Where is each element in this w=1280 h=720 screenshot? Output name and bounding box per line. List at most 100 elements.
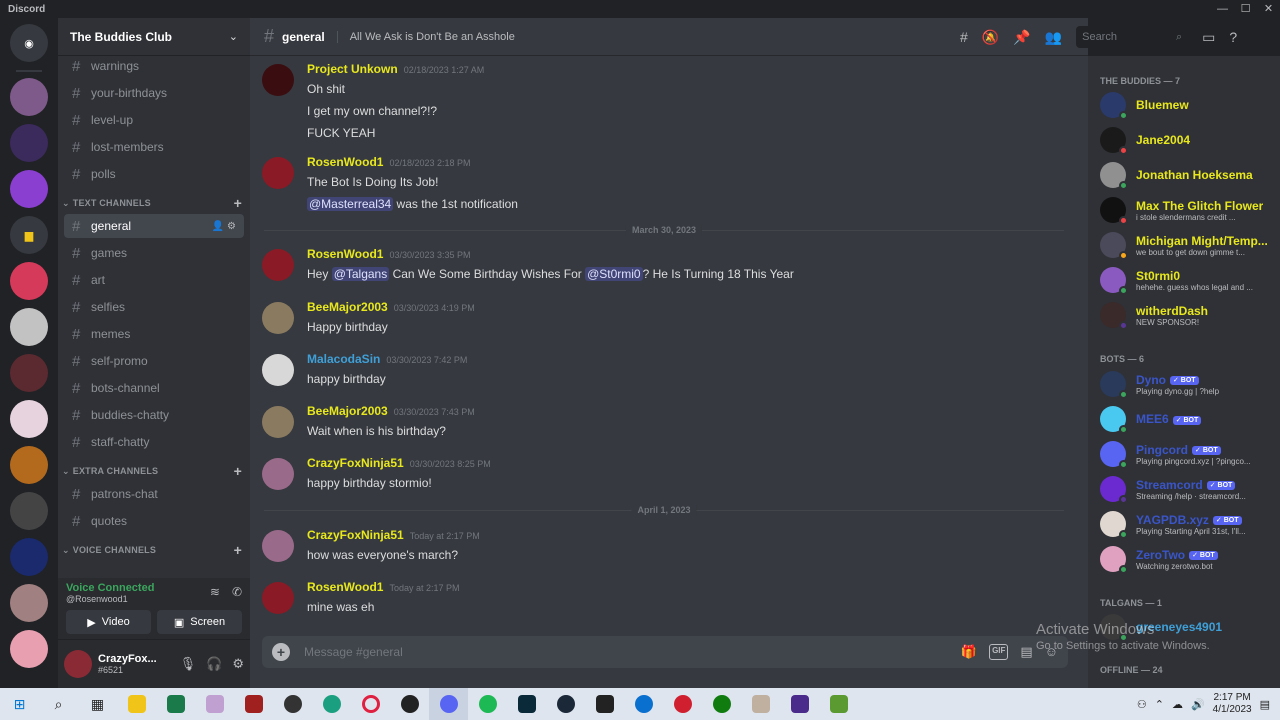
category-voice-channels[interactable]: ⌄ VOICE CHANNELS +: [58, 539, 250, 561]
member-item[interactable]: MEE6 ✓ BOT: [1100, 403, 1272, 435]
message-author[interactable]: RosenWood1: [307, 247, 383, 261]
channel-art[interactable]: # art: [64, 268, 244, 292]
gear-icon[interactable]: ⚙: [232, 656, 244, 672]
server-icon[interactable]: [10, 538, 48, 576]
create-channel-icon[interactable]: +: [234, 463, 242, 479]
message-author[interactable]: BeeMajor2003: [307, 300, 388, 314]
member-item[interactable]: Max The Glitch Flower i stole slendermans…: [1100, 194, 1272, 226]
gear-icon[interactable]: ⚙: [227, 221, 236, 232]
channel-general[interactable]: # general 👤 ⚙: [64, 214, 244, 238]
notification-icon[interactable]: ▤: [1260, 698, 1270, 711]
channel-games[interactable]: # games: [64, 241, 244, 265]
file-explorer-icon[interactable]: [117, 688, 156, 720]
gift-icon[interactable]: 🎁: [961, 644, 977, 660]
server-icon[interactable]: [10, 630, 48, 668]
app-icon[interactable]: [507, 688, 546, 720]
channel-quotes[interactable]: # quotes: [64, 509, 244, 533]
epic-games-icon[interactable]: [585, 688, 624, 720]
server-header[interactable]: The Buddies Club ⌄: [58, 18, 250, 56]
member-item[interactable]: Dyno ✓ BOT Playing dyno.gg | ?help: [1100, 368, 1272, 400]
channel-polls[interactable]: # polls: [64, 162, 244, 186]
server-icon[interactable]: [10, 584, 48, 622]
message-author[interactable]: Project Unkown: [307, 62, 398, 76]
volume-icon[interactable]: 🔊: [1191, 698, 1205, 711]
app-icon[interactable]: [234, 688, 273, 720]
task-view-icon[interactable]: ▦: [78, 688, 117, 720]
server-icon[interactable]: [10, 262, 48, 300]
channel-topic[interactable]: All We Ask is Don't Be an Asshole: [336, 30, 515, 43]
message-author[interactable]: BeeMajor2003: [307, 404, 388, 418]
user-mention[interactable]: @Masterreal34: [307, 197, 394, 211]
channel-warnings[interactable]: # warnings: [64, 56, 244, 78]
channel-patrons-chat[interactable]: # patrons-chat: [64, 482, 244, 506]
member-item[interactable]: Streamcord ✓ BOT Streaming /help · streamc…: [1100, 473, 1272, 505]
add-attachment-icon[interactable]: +: [272, 643, 290, 661]
member-item[interactable]: Bluemew: [1100, 89, 1272, 121]
spotify-icon[interactable]: [468, 688, 507, 720]
pin-icon[interactable]: 📌: [1013, 29, 1030, 46]
mute-bell-icon[interactable]: 🔕: [982, 29, 999, 46]
message-author[interactable]: MalacodaSin: [307, 352, 380, 366]
server-icon[interactable]: [10, 492, 48, 530]
people-icon[interactable]: ⚇: [1137, 698, 1147, 711]
screen-share-button[interactable]: ▣ Screen: [157, 610, 242, 634]
avatar[interactable]: [262, 249, 294, 281]
microphone-icon[interactable]: 🎙: [180, 656, 197, 672]
avatar[interactable]: [262, 406, 294, 438]
app-icon[interactable]: [780, 688, 819, 720]
message-author[interactable]: CrazyFoxNinja51: [307, 456, 404, 470]
opera-icon[interactable]: [351, 688, 390, 720]
server-icon[interactable]: [10, 78, 48, 116]
member-item[interactable]: witherdDash NEW SPONSOR!: [1100, 299, 1272, 331]
channel-staff-chatty[interactable]: # staff-chatty: [64, 430, 244, 454]
member-item[interactable]: Pingcord ✓ BOT Playing pingcord.xyz | ?pin…: [1100, 438, 1272, 470]
channel-level-up[interactable]: # level-up: [64, 108, 244, 132]
clock[interactable]: 2:17 PM 4/1/2023: [1213, 692, 1252, 716]
message-author[interactable]: CrazyFoxNinja51: [307, 528, 404, 542]
headphones-icon[interactable]: 🎧: [206, 656, 222, 672]
app-icon[interactable]: [663, 688, 702, 720]
avatar[interactable]: [262, 582, 294, 614]
channel-buddies-chatty[interactable]: # buddies-chatty: [64, 403, 244, 427]
avatar[interactable]: [64, 650, 92, 678]
steam-icon[interactable]: [546, 688, 585, 720]
server-icon[interactable]: [10, 400, 48, 438]
category-text-channels[interactable]: ⌄ TEXT CHANNELS +: [58, 192, 250, 214]
inbox-icon[interactable]: ▭: [1202, 29, 1215, 46]
avatar[interactable]: [262, 530, 294, 562]
minimize-button[interactable]: —: [1211, 0, 1234, 18]
user-mention[interactable]: @St0rmi0: [585, 267, 643, 281]
avatar[interactable]: [262, 64, 294, 96]
member-item[interactable]: Jonathan Hoeksema: [1100, 159, 1272, 191]
close-window-button[interactable]: ✕: [1257, 0, 1280, 18]
discord-taskbar-icon[interactable]: [429, 688, 468, 720]
member-item[interactable]: St0rmi0 hehehe. guess whos legal and ...: [1100, 264, 1272, 296]
create-channel-icon[interactable]: +: [234, 542, 242, 558]
channel-self-promo[interactable]: # self-promo: [64, 349, 244, 373]
xbox-icon[interactable]: [702, 688, 741, 720]
channel-lost-members[interactable]: # lost-members: [64, 135, 244, 159]
channel-bots-channel[interactable]: # bots-channel: [64, 376, 244, 400]
channel-selfies[interactable]: # selfies: [64, 295, 244, 319]
minecraft-icon[interactable]: [819, 688, 858, 720]
threads-icon[interactable]: #: [960, 29, 968, 45]
avatar[interactable]: [262, 302, 294, 334]
video-button[interactable]: ▶ Video: [66, 610, 151, 634]
server-icon[interactable]: [10, 308, 48, 346]
search-icon[interactable]: ⌕: [39, 688, 78, 720]
member-list-icon[interactable]: 👥: [1045, 29, 1062, 46]
invite-icon[interactable]: 👤: [212, 221, 224, 232]
user-mention[interactable]: @Talgans: [331, 267, 390, 281]
app-icon[interactable]: [390, 688, 429, 720]
message-author[interactable]: RosenWood1: [307, 580, 383, 594]
maximize-button[interactable]: ☐: [1234, 0, 1257, 18]
message-author[interactable]: RosenWood1: [307, 155, 383, 169]
member-item[interactable]: YAGPDB.xyz ✓ BOT Playing Starting April 31…: [1100, 508, 1272, 540]
start-icon[interactable]: ⊞: [0, 688, 39, 720]
server-icon[interactable]: [10, 124, 48, 162]
create-channel-icon[interactable]: +: [234, 195, 242, 211]
app-icon[interactable]: [312, 688, 351, 720]
server-icon[interactable]: [10, 354, 48, 392]
chevron-up-icon[interactable]: ⌃: [1155, 698, 1164, 711]
disconnect-icon[interactable]: ✆: [232, 585, 242, 599]
